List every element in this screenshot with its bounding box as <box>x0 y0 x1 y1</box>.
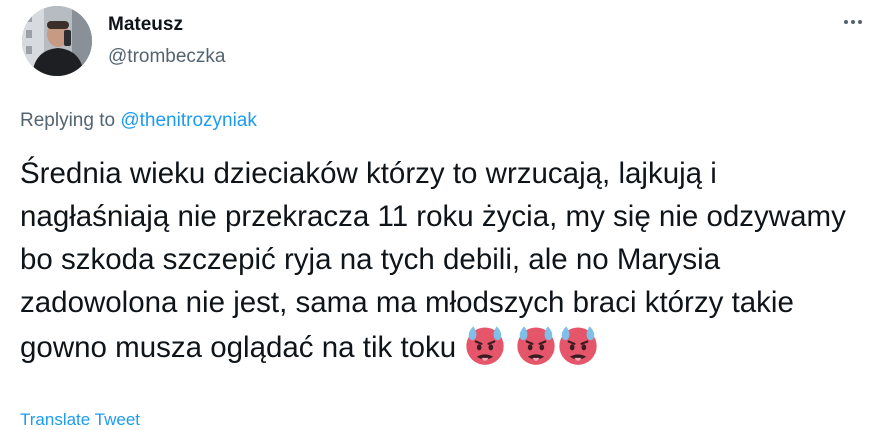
replying-to: Replying to @thenitrozyniak <box>20 110 257 132</box>
tweet-text: Średnia wieku dzieciaków którzy to wrzuc… <box>20 152 870 369</box>
more-options-button[interactable] <box>838 12 868 32</box>
hot-face-emoji-icon <box>516 326 555 365</box>
hot-face-emoji-icon <box>558 326 597 365</box>
avatar-photo-icon <box>22 6 92 76</box>
translate-tweet-link[interactable]: Translate Tweet <box>20 410 140 430</box>
more-horizontal-icon <box>844 20 862 24</box>
reply-to-handle-link[interactable]: @thenitrozyniak <box>120 110 257 131</box>
tweet-body: Średnia wieku dzieciaków którzy to wrzuc… <box>20 157 846 364</box>
author-name[interactable]: Mateusz <box>108 14 183 36</box>
hot-face-emoji-icon <box>466 326 505 365</box>
author-handle[interactable]: @trombeczka <box>108 46 226 68</box>
replying-to-label: Replying to <box>20 110 116 131</box>
avatar[interactable] <box>22 6 92 76</box>
